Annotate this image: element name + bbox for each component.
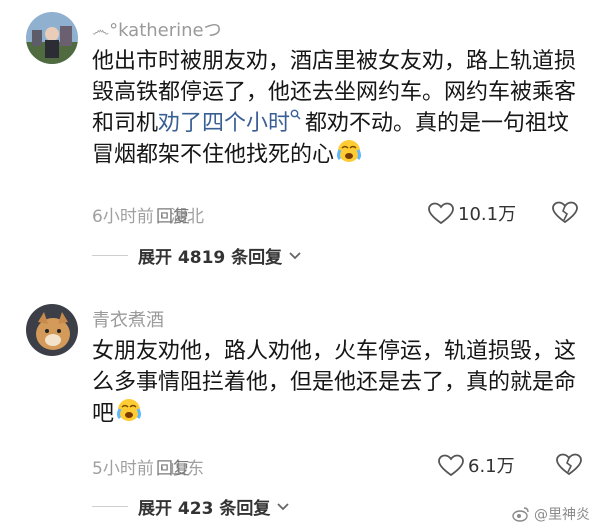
reply-button[interactable]: 回复 [156,202,190,227]
broken-heart-icon [552,201,578,224]
username[interactable]: 青衣煮酒 [92,306,164,332]
dislike-button[interactable] [552,201,578,228]
weibo-logo-icon [512,507,529,522]
watermark-text: @里神炎 [534,507,590,523]
reply-button[interactable]: 回复 [156,454,190,479]
expand-replies-button[interactable]: 展开 423 条回复 [92,494,290,519]
heart-icon [438,454,464,476]
comment-text-part1: 女朋友劝他，路人劝他，火车停运，轨道损毁，这么多事情阻拦着他，但是他还是去了，真… [92,339,577,427]
divider-line [92,506,128,507]
dislike-button[interactable] [556,453,582,480]
crying-emoji-icon [116,398,142,431]
expand-replies-button[interactable]: 展开 4819 条回复 [92,243,302,268]
username[interactable]: ෴°katherineつ [92,16,222,42]
comment-text: 他出市时被朋友劝，酒店里被女友劝，路上轨道损毁高铁都停运了，他还去坐网约车。网约… [92,46,582,172]
crying-emoji-icon [336,139,362,172]
like-count: 6.1万 [468,456,515,477]
chevron-down-icon [277,502,289,510]
expand-replies-label: 展开 423 条回复 [138,499,271,519]
search-icon [290,109,301,120]
weibo-watermark: @里神炎 [512,504,590,524]
like-button[interactable]: 6.1万 [438,452,515,478]
expand-replies-label: 展开 4819 条回复 [138,248,283,268]
search-link-text: 劝了四个小时 [158,111,291,136]
heart-icon [428,202,454,224]
comment-text: 女朋友劝他，路人劝他，火车停运，轨道损毁，这么多事情阻拦着他，但是他还是去了，真… [92,336,582,431]
chevron-down-icon [289,251,301,259]
like-button[interactable]: 10.1万 [428,200,516,226]
broken-heart-icon [556,453,582,476]
avatar[interactable] [26,12,78,64]
divider-line [92,255,128,256]
like-count: 10.1万 [458,204,517,225]
search-link[interactable]: 劝了四个小时 [158,109,305,136]
avatar[interactable] [26,304,78,356]
